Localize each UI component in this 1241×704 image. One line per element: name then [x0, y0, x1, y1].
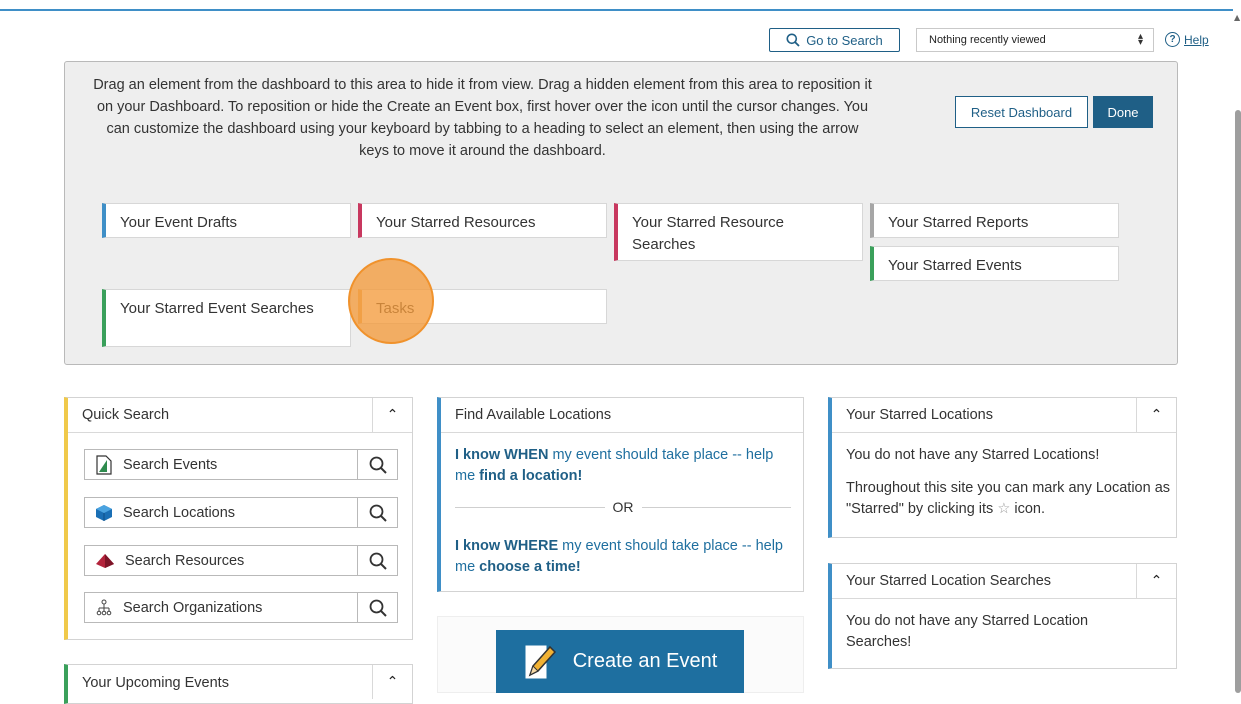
search-organizations-label: Search Organizations	[123, 599, 263, 616]
find-location-link[interactable]: I know WHEN my event should take place -…	[455, 445, 795, 487]
search-icon	[786, 33, 800, 47]
search-events-row[interactable]: Search Events	[84, 449, 398, 480]
search-icon	[369, 504, 387, 522]
tile-starred-resource-searches[interactable]: Your Starred Resource Searches	[614, 203, 863, 261]
location-cube-icon	[96, 504, 112, 521]
starred-location-searches-header[interactable]: Your Starred Location Searches ⌃	[832, 564, 1176, 599]
search-locations-label: Search Locations	[123, 504, 236, 521]
chevron-up-icon[interactable]: ⌃	[1136, 398, 1176, 432]
search-organizations-button[interactable]	[357, 593, 397, 622]
recently-viewed-value: Nothing recently viewed	[929, 34, 1046, 46]
or-divider: OR	[455, 499, 791, 515]
know-when-label: I know WHEN	[455, 447, 549, 463]
search-icon	[369, 552, 387, 570]
starred-location-searches-empty: You do not have any Starred Location Sea…	[846, 613, 1089, 650]
quick-search-header[interactable]: Quick Search ⌃	[68, 398, 412, 433]
search-locations-button[interactable]	[357, 498, 397, 527]
starred-locations-panel: Your Starred Locations ⌃ You do not have…	[828, 397, 1177, 538]
star-outline-icon: ☆	[997, 501, 1011, 517]
tile-starred-event-searches[interactable]: Your Starred Event Searches	[102, 289, 351, 347]
reset-dashboard-button[interactable]: Reset Dashboard	[955, 96, 1088, 128]
starred-location-searches-panel: Your Starred Location Searches ⌃ You do …	[828, 563, 1177, 669]
find-location-label: find a location!	[479, 468, 583, 484]
hidden-area-instructions: Drag an element from the dashboard to th…	[93, 77, 872, 159]
starred-locations-header[interactable]: Your Starred Locations ⌃	[832, 398, 1176, 433]
starred-locations-empty: You do not have any Starred Locations!	[846, 447, 1100, 463]
find-locations-header[interactable]: Find Available Locations	[441, 398, 803, 433]
search-resources-label: Search Resources	[125, 552, 245, 569]
help-icon: ?	[1165, 32, 1180, 47]
top-border	[0, 0, 1241, 11]
tile-starred-resources[interactable]: Your Starred Resources	[358, 203, 607, 238]
tile-event-drafts[interactable]: Your Event Drafts	[102, 203, 351, 238]
search-resources-row[interactable]: Search Resources	[84, 545, 398, 576]
chevron-up-icon[interactable]: ⌃	[372, 398, 412, 432]
or-label: OR	[612, 499, 634, 515]
know-where-label: I know WHERE	[455, 538, 559, 554]
tile-starred-events[interactable]: Your Starred Events	[870, 246, 1119, 281]
select-arrows-icon: ▴ ▾	[1137, 31, 1143, 48]
search-events-button[interactable]	[357, 450, 397, 479]
starred-locations-hint: Throughout this site you can mark any Lo…	[846, 480, 1171, 517]
search-resources-button[interactable]	[357, 546, 397, 575]
go-to-search-button[interactable]: Go to Search	[769, 28, 900, 52]
event-document-icon	[96, 454, 112, 475]
create-event-label: Create an Event	[572, 650, 718, 672]
search-events-label: Search Events	[123, 456, 218, 473]
edit-document-icon	[525, 645, 556, 678]
choose-time-link[interactable]: I know WHERE my event should take place …	[455, 536, 800, 578]
starred-locations-title: Your Starred Locations	[846, 407, 993, 423]
upcoming-events-panel: Your Upcoming Events ⌃	[64, 664, 413, 704]
quick-search-panel: Quick Search ⌃ Search Events Search Loca…	[64, 397, 413, 640]
scroll-up-arrow-icon[interactable]: ▲	[1234, 13, 1240, 22]
create-event-button[interactable]: Create an Event	[496, 630, 744, 693]
resource-diamond-icon	[96, 553, 114, 568]
help-link[interactable]: ? Help	[1165, 32, 1209, 47]
search-icon	[369, 599, 387, 617]
search-organizations-row[interactable]: Search Organizations	[84, 592, 398, 623]
find-locations-panel: Find Available Locations I know WHEN my …	[437, 397, 804, 592]
search-locations-row[interactable]: Search Locations	[84, 497, 398, 528]
recently-viewed-select[interactable]: Nothing recently viewed ▴ ▾	[916, 28, 1154, 52]
upcoming-events-header[interactable]: Your Upcoming Events ⌃	[68, 665, 412, 700]
tile-starred-reports[interactable]: Your Starred Reports	[870, 203, 1119, 238]
find-locations-title: Find Available Locations	[455, 407, 612, 423]
help-label: Help	[1184, 32, 1209, 47]
chevron-up-icon[interactable]: ⌃	[1136, 564, 1176, 598]
go-to-search-label: Go to Search	[806, 32, 883, 48]
done-button[interactable]: Done	[1093, 96, 1153, 128]
upcoming-events-title: Your Upcoming Events	[82, 674, 229, 691]
starred-location-searches-title: Your Starred Location Searches	[846, 573, 1052, 589]
chevron-up-icon[interactable]: ⌃	[372, 665, 412, 699]
organization-tree-icon	[96, 599, 112, 615]
quick-search-title: Quick Search	[82, 407, 170, 423]
choose-time-label: choose a time!	[479, 559, 581, 575]
search-icon	[369, 456, 387, 474]
scrollbar-thumb[interactable]	[1235, 110, 1241, 693]
click-indicator	[348, 258, 434, 344]
